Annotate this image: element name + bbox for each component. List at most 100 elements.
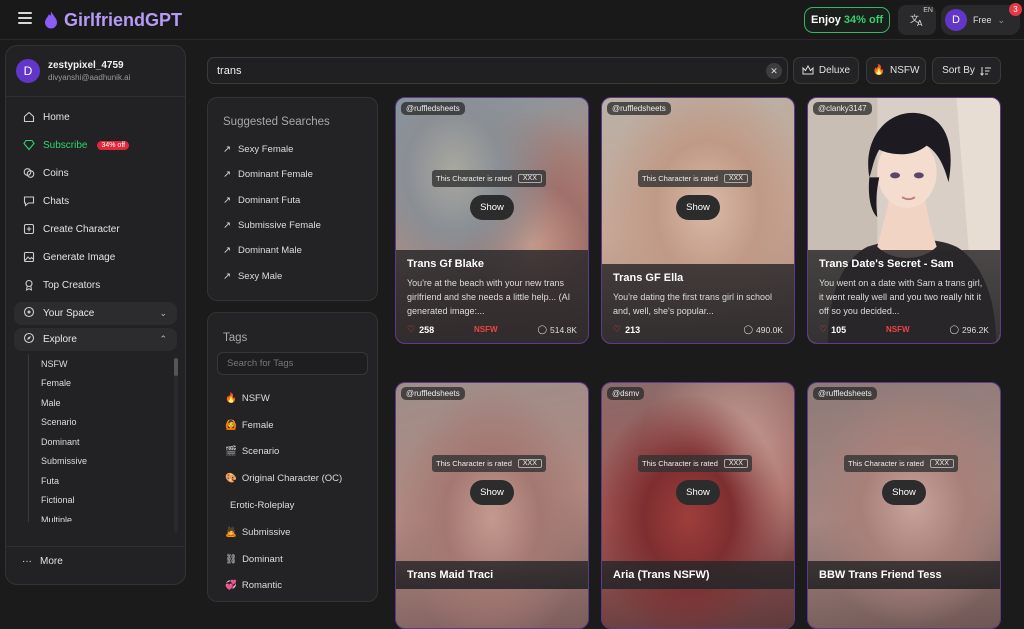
tag-emoji: 🎨 [225, 473, 237, 485]
more-icon: ··· [22, 556, 32, 567]
suggestion-item[interactable]: ↗ Dominant Futa [223, 188, 362, 213]
tag-item[interactable]: ⛓ Dominant [225, 546, 368, 573]
likes-count[interactable]: ♡ 105 [819, 324, 846, 335]
show-button[interactable]: Show [676, 195, 720, 220]
sidebar-item-label: Coins [43, 167, 69, 179]
creator-handle[interactable]: @dsmv [607, 387, 645, 400]
sidebar-scrollbar[interactable] [174, 358, 178, 532]
explore-item-multiple[interactable]: Multiple [41, 510, 185, 522]
space-icon [23, 306, 35, 321]
chevron-down-icon: ⌄ [159, 308, 167, 318]
sidebar-item-label: Create Character [43, 223, 120, 235]
rating-notice: This Character is rated XXX [432, 170, 546, 187]
rating-notice: This Character is rated XXX [432, 455, 546, 472]
rating-text: This Character is rated [436, 174, 512, 183]
explore-item-submissive[interactable]: Submissive [41, 452, 185, 472]
character-card[interactable]: @clanky3147 Trans Date's Secret - Sam Yo… [807, 97, 1001, 344]
creator-handle[interactable]: @ruffledsheets [813, 387, 877, 400]
sidebar-item-home[interactable]: Home [6, 103, 185, 131]
sidebar-item-subscribe[interactable]: Subscribe 34% off [6, 131, 185, 159]
suggestion-item[interactable]: ↗ Dominant Female [223, 162, 362, 187]
tag-label: Female [241, 419, 274, 431]
comment-icon: ◯ [537, 324, 548, 334]
likes-count[interactable]: ♡ 258 [407, 324, 434, 335]
creator-handle[interactable]: @ruffledsheets [401, 387, 465, 400]
sort-icon [980, 66, 991, 76]
tag-item[interactable]: 🔥 NSFW [225, 385, 368, 412]
tag-emoji: 🎬 [225, 446, 237, 458]
comments-count: ◯ 514.8K [538, 324, 577, 335]
comments-value: 296.2K [962, 324, 989, 335]
sidebar-nav: Home Subscribe 34% off Coins Chats Creat… [6, 97, 185, 522]
tag-item[interactable]: Erotic-Roleplay [225, 492, 368, 519]
logo[interactable]: GirlfriendGPT [44, 8, 182, 32]
explore-item-scenario[interactable]: Scenario [41, 413, 185, 433]
tag-item[interactable]: 🎬 Scenario [225, 439, 368, 466]
character-card[interactable]: @ruffledsheets This Character is rated XX… [601, 97, 795, 344]
suggestion-item[interactable]: ↗ Sexy Female [223, 137, 362, 162]
promo-button[interactable]: Enjoy 34% off [804, 7, 890, 33]
comments-value: 514.8K [550, 324, 577, 335]
explore-toggle[interactable]: Explore ⌃ [14, 328, 177, 351]
deluxe-filter-button[interactable]: Deluxe [793, 57, 859, 84]
card-description: You're at the beach with your new trans … [407, 278, 571, 316]
sidebar-item-label: Home [43, 111, 70, 123]
character-card[interactable]: @ruffledsheets This Character is rated XX… [807, 382, 1001, 629]
sidebar-item-create-character[interactable]: Create Character [6, 215, 185, 243]
show-button[interactable]: Show [470, 480, 514, 505]
explore-item-female[interactable]: Female [41, 374, 185, 394]
tag-label: Dominant [242, 553, 283, 565]
your-space-toggle[interactable]: Your Space ⌄ [14, 302, 177, 325]
creator-handle[interactable]: @clanky3147 [813, 102, 872, 115]
nsfw-filter-button[interactable]: 🔥 NSFW [866, 57, 926, 84]
tag-item[interactable]: 💞 Romantic [225, 573, 368, 600]
show-button[interactable]: Show [882, 480, 926, 505]
show-button[interactable]: Show [676, 480, 720, 505]
tag-item[interactable]: 🎨 Original Character (OC) [225, 465, 368, 492]
trend-icon: ↗ [223, 169, 231, 181]
rating-level: XXX [723, 174, 748, 183]
explore-item-nsfw[interactable]: NSFW [41, 354, 185, 374]
trend-icon: ↗ [223, 194, 231, 206]
comments-count: ◯ 490.0K [744, 324, 783, 335]
character-card[interactable]: @ruffledsheets This Character is rated XX… [395, 97, 589, 344]
deluxe-label: Deluxe [818, 65, 851, 76]
suggested-title: Suggested Searches [223, 116, 330, 128]
trend-icon: ↗ [223, 144, 231, 156]
fire-icon: 🔥 [872, 65, 885, 76]
menu-icon[interactable] [18, 12, 32, 24]
show-button[interactable]: Show [470, 195, 514, 220]
comments-value: 490.0K [756, 324, 783, 335]
explore-item-futa[interactable]: Futa [41, 471, 185, 491]
search-input[interactable]: trans [217, 65, 241, 77]
character-card[interactable]: @ruffledsheets This Character is rated XX… [395, 382, 589, 629]
explore-item-dominant[interactable]: Dominant [41, 432, 185, 452]
profile-card[interactable]: D zestypixel_4759 divyanshi@aadhunik.ai [6, 46, 185, 97]
explore-item-fictional[interactable]: Fictional [41, 491, 185, 511]
language-button[interactable]: 文A EN [898, 5, 936, 35]
more-button[interactable]: ··· More [6, 546, 185, 576]
suggestion-item[interactable]: ↗ Dominant Male [223, 238, 362, 263]
search-bar[interactable]: trans ✕ [207, 57, 788, 84]
sidebar-item-chats[interactable]: Chats [6, 187, 185, 215]
creator-handle[interactable]: @ruffledsheets [401, 102, 465, 115]
likes-count[interactable]: ♡ 213 [613, 324, 640, 335]
sidebar-item-top-creators[interactable]: Top Creators [6, 271, 185, 299]
language-code: EN [923, 7, 933, 14]
card-title: Trans Date's Secret - Sam [819, 258, 954, 270]
creator-handle[interactable]: @ruffledsheets [607, 102, 671, 115]
tag-item[interactable]: 🙆 Female [225, 412, 368, 439]
plan-label: Free [973, 15, 992, 25]
gem-icon [23, 139, 35, 151]
tag-item[interactable]: 🙇 Submissive [225, 519, 368, 546]
sidebar-item-generate-image[interactable]: Generate Image [6, 243, 185, 271]
tags-search-input[interactable]: Search for Tags [217, 352, 368, 375]
suggestion-item[interactable]: ↗ Sexy Male [223, 263, 362, 288]
account-menu[interactable]: D Free ⌄ 3 [941, 3, 1022, 35]
sort-button[interactable]: Sort By [932, 57, 1001, 84]
sidebar-item-coins[interactable]: Coins [6, 159, 185, 187]
character-card[interactable]: @dsmv This Character is rated XXX Show Ar… [601, 382, 795, 629]
suggestion-item[interactable]: ↗ Submissive Female [223, 213, 362, 238]
clear-icon[interactable]: ✕ [766, 63, 782, 79]
explore-item-male[interactable]: Male [41, 393, 185, 413]
